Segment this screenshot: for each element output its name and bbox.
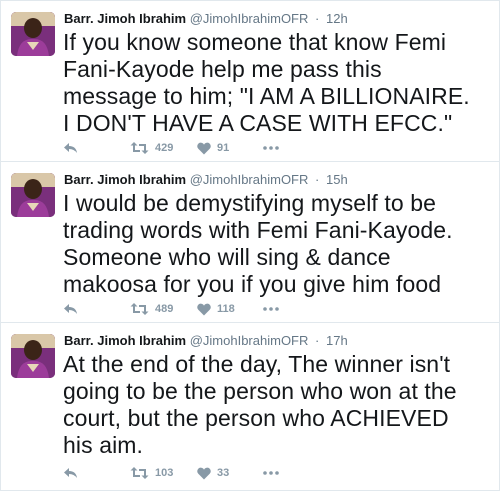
retweet-icon: [130, 141, 149, 155]
author-name[interactable]: Barr. Jimoh Ibrahim: [64, 172, 186, 187]
author-handle[interactable]: @JimohIbrahimOFR: [190, 11, 309, 26]
retweet-button[interactable]: 103: [130, 463, 173, 483]
tweet-card[interactable]: Barr. Jimoh Ibrahim @JimohIbrahimOFR · 1…: [1, 0, 499, 162]
reply-button[interactable]: [63, 463, 79, 483]
reply-button[interactable]: [63, 138, 79, 158]
tweet-actions: 489 118: [63, 299, 489, 319]
tweet-card[interactable]: Barr. Jimoh Ibrahim @JimohIbrahimOFR · 1…: [1, 323, 499, 491]
tweet-text: At the end of the day, The winner isn't …: [63, 351, 457, 458]
author-name[interactable]: Barr. Jimoh Ibrahim: [64, 333, 186, 348]
retweet-count: 429: [155, 142, 174, 154]
like-count: 91: [217, 142, 230, 154]
tweet-card[interactable]: Barr. Jimoh Ibrahim @JimohIbrahimOFR · 1…: [1, 162, 499, 323]
timestamp[interactable]: 12h: [326, 11, 348, 26]
like-count: 33: [217, 467, 230, 479]
tweet-header: Barr. Jimoh Ibrahim @JimohIbrahimOFR · 1…: [64, 333, 489, 349]
tweet-header: Barr. Jimoh Ibrahim @JimohIbrahimOFR · 1…: [64, 172, 489, 188]
like-count: 118: [217, 303, 235, 315]
avatar[interactable]: [11, 334, 55, 378]
retweet-count: 489: [155, 303, 174, 315]
like-button[interactable]: 118: [197, 299, 235, 319]
reply-icon: [63, 141, 79, 155]
separator: ·: [315, 172, 320, 187]
like-button[interactable]: 91: [197, 138, 229, 158]
separator: ·: [315, 11, 320, 26]
author-handle[interactable]: @JimohIbrahimOFR: [190, 172, 309, 187]
heart-icon: [197, 467, 211, 480]
timestamp[interactable]: 15h: [326, 172, 348, 187]
more-dots-icon: [263, 471, 279, 475]
separator: ·: [315, 333, 320, 348]
avatar[interactable]: [11, 173, 55, 217]
timestamp[interactable]: 17h: [326, 333, 348, 348]
author-handle[interactable]: @JimohIbrahimOFR: [190, 333, 309, 348]
more-dots-icon: [263, 146, 279, 150]
tweet-header: Barr. Jimoh Ibrahim @JimohIbrahimOFR · 1…: [64, 11, 489, 27]
tweet-text: I would be demystifying myself to be tra…: [63, 190, 453, 297]
retweet-button[interactable]: 429: [130, 138, 173, 158]
retweet-icon: [130, 466, 149, 480]
tweet-text: If you know someone that know Femi Fani-…: [63, 29, 470, 136]
more-dots-icon: [263, 307, 279, 311]
heart-icon: [197, 303, 211, 316]
tweet-actions: 103 33: [63, 463, 489, 483]
reply-icon: [63, 466, 79, 480]
tweet-timeline: Barr. Jimoh Ibrahim @JimohIbrahimOFR · 1…: [0, 0, 500, 491]
retweet-icon: [130, 302, 149, 316]
retweet-count: 103: [155, 467, 174, 479]
avatar[interactable]: [11, 12, 55, 56]
like-button[interactable]: 33: [197, 463, 229, 483]
more-button[interactable]: [263, 138, 279, 158]
author-name[interactable]: Barr. Jimoh Ibrahim: [64, 11, 186, 26]
more-button[interactable]: [263, 299, 279, 319]
reply-button[interactable]: [63, 299, 79, 319]
heart-icon: [197, 142, 211, 155]
reply-icon: [63, 302, 79, 316]
retweet-button[interactable]: 489: [130, 299, 173, 319]
tweet-actions: 429 91: [63, 138, 489, 158]
more-button[interactable]: [263, 463, 279, 483]
